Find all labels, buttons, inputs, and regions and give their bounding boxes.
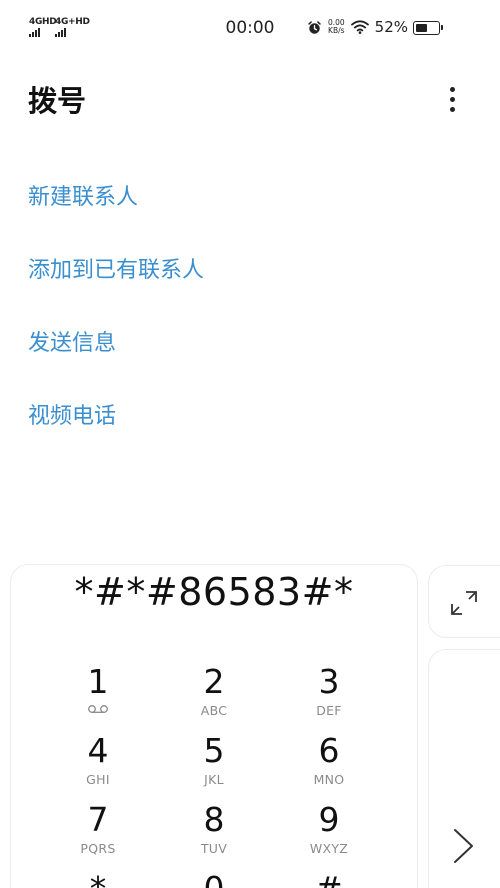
more-options-button[interactable] — [438, 82, 466, 116]
key-letters: TUV — [200, 841, 228, 856]
key-letters: JKL — [204, 772, 224, 787]
key-letters: WXYZ — [309, 841, 349, 856]
key-letters: ABC — [200, 703, 228, 718]
status-bar: 4GHD 4G+HD 00:00 0.00 KB/s 52% — [0, 0, 500, 56]
more-dot-icon — [449, 106, 455, 112]
more-dot-icon — [449, 96, 455, 102]
key-letters: GHI — [86, 772, 110, 787]
network-speed: 0.00 KB/s — [328, 19, 345, 35]
status-right: 0.00 KB/s 52% — [307, 18, 408, 36]
speed-unit: KB/s — [328, 26, 345, 35]
dial-key-3[interactable]: 3 DEF — [271, 662, 387, 730]
key-digit: 0 — [156, 869, 272, 888]
new-contact-option[interactable]: 新建联系人 — [28, 179, 138, 211]
send-message-option[interactable]: 发送信息 — [28, 325, 116, 357]
video-call-option[interactable]: 视频电话 — [28, 398, 116, 430]
dial-key-9[interactable]: 9 WXYZ — [271, 800, 387, 868]
key-letters: PQRS — [80, 841, 116, 856]
dial-key-hash[interactable]: # — [271, 869, 387, 888]
expand-button[interactable] — [446, 587, 482, 619]
chevron-right-icon — [454, 829, 473, 863]
key-digit: 4 — [87, 731, 109, 770]
key-digit: 2 — [203, 662, 225, 701]
dial-key-1[interactable]: 1 — [40, 662, 156, 730]
dial-key-0[interactable]: 0 — [156, 869, 272, 888]
dial-key-6[interactable]: 6 MNO — [271, 731, 387, 799]
key-letters: DEF — [316, 703, 342, 718]
key-digit: 9 — [318, 800, 340, 839]
key-digit: # — [271, 869, 387, 888]
key-digit: 7 — [87, 800, 109, 839]
page-title: 拨号 — [28, 84, 87, 118]
dial-key-star[interactable]: * — [40, 869, 156, 888]
key-digit: 5 — [203, 731, 225, 770]
battery-icon — [413, 21, 443, 35]
dial-key-5[interactable]: 5 JKL — [156, 731, 272, 799]
more-dot-icon — [449, 86, 455, 92]
key-digit: 8 — [203, 800, 225, 839]
key-letters: MNO — [313, 772, 345, 787]
alarm-icon — [308, 20, 321, 34]
dial-key-8[interactable]: 8 TUV — [156, 800, 272, 868]
wifi-icon — [350, 20, 369, 34]
dial-key-4[interactable]: 4 GHI — [40, 731, 156, 799]
dialed-number[interactable]: *#*#86583#* — [10, 570, 418, 614]
add-to-existing-contact-option[interactable]: 添加到已有联系人 — [28, 252, 204, 284]
voicemail-icon — [88, 705, 108, 713]
key-digit: 6 — [318, 731, 340, 770]
dial-key-7[interactable]: 7 PQRS — [40, 800, 156, 868]
key-digit: * — [40, 869, 156, 888]
battery-percent: 52% — [374, 18, 408, 36]
next-button[interactable] — [450, 826, 478, 866]
expand-icon — [451, 591, 477, 615]
dial-key-2[interactable]: 2 ABC — [156, 662, 272, 730]
key-digit: 1 — [87, 662, 109, 701]
key-digit: 3 — [318, 662, 340, 701]
battery-fill — [416, 24, 427, 32]
